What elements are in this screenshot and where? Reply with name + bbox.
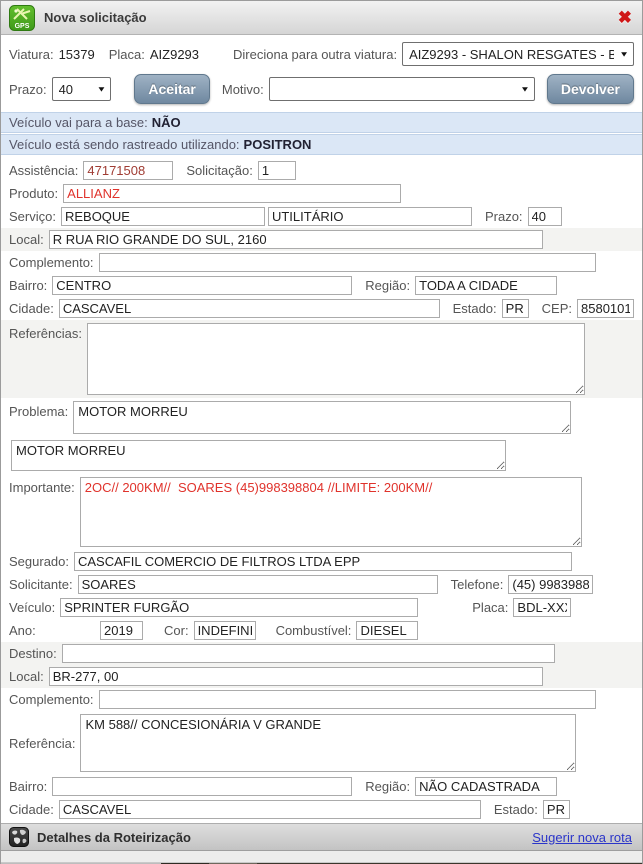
importante-field[interactable]: 2OC// 200KM// SOARES (45)998398804 //LIM… — [80, 477, 582, 547]
chevron-down-icon: ▼ — [520, 85, 530, 93]
cidade-label: Cidade: — [9, 301, 54, 316]
placa-label: Placa: — [109, 47, 145, 62]
sugerir-nova-rota-link[interactable]: Sugerir nova rota — [532, 830, 632, 845]
solicitacao-field[interactable] — [258, 161, 296, 180]
prazo-header-label: Prazo: — [9, 82, 47, 97]
destino-label: Destino: — [9, 646, 57, 661]
ano-label: Ano: — [9, 623, 95, 638]
close-icon[interactable]: ✖ — [618, 9, 632, 26]
produto-field[interactable] — [63, 184, 401, 203]
assistencia-label: Assistência: — [9, 163, 78, 178]
segurado-label: Segurado: — [9, 554, 69, 569]
servico-tipo-field[interactable] — [268, 207, 472, 226]
regiao-field[interactable] — [415, 276, 557, 295]
cidade-field[interactable] — [59, 299, 440, 318]
cep-field[interactable] — [577, 299, 634, 318]
cidade-destino-label: Cidade: — [9, 802, 54, 817]
routing-details-panel — [1, 851, 642, 863]
cep-label: CEP: — [542, 301, 572, 316]
routing-section-title: Detalhes da Roteirização — [37, 830, 532, 845]
cor-field[interactable] — [194, 621, 256, 640]
referencia-destino-field[interactable]: KM 588// CONCESIONÁRIA V GRANDE — [80, 714, 576, 772]
problema-label: Problema: — [9, 401, 68, 434]
bairro-field[interactable] — [52, 276, 352, 295]
estado-label: Estado: — [453, 301, 497, 316]
notice-rastreio: Veículo está sendo rastreado utilizando:… — [1, 134, 642, 155]
titlebar: GPS Nova solicitação ✖ — [1, 1, 642, 35]
veiculo-label: Veículo: — [9, 600, 55, 615]
direciona-label: Direciona para outra viatura: — [233, 47, 397, 62]
combustivel-field[interactable] — [356, 621, 418, 640]
servico-label: Serviço: — [9, 209, 56, 224]
globe-icon — [9, 827, 29, 847]
placa-veiculo-field[interactable] — [513, 598, 571, 617]
bairro-destino-label: Bairro: — [9, 779, 47, 794]
viatura-label: Viatura: — [9, 47, 54, 62]
complemento-destino-label: Complemento: — [9, 692, 94, 707]
regiao-destino-field[interactable] — [415, 777, 557, 796]
bairro-label: Bairro: — [9, 278, 47, 293]
nova-solicitacao-window: GPS Nova solicitação ✖ Viatura: 15379 Pl… — [0, 0, 643, 864]
estado-destino-field[interactable] — [543, 800, 570, 819]
cor-label: Cor: — [164, 623, 189, 638]
prazo-label: Prazo: — [485, 209, 523, 224]
notice-base-value: NÃO — [152, 115, 181, 130]
regiao-destino-label: Região: — [365, 779, 410, 794]
produto-label: Produto: — [9, 186, 58, 201]
placa-veiculo-label: Placa: — [472, 600, 508, 615]
chevron-down-icon: ▼ — [619, 50, 629, 58]
gps-app-icon: GPS — [9, 5, 35, 31]
segurado-field[interactable] — [74, 552, 572, 571]
referencia-destino-label: Referência: — [9, 736, 75, 751]
svg-text:GPS: GPS — [15, 23, 30, 30]
routing-section-header: Detalhes da Roteirização Sugerir nova ro… — [1, 823, 642, 851]
telefone-label: Telefone: — [451, 577, 504, 592]
servico-field[interactable] — [61, 207, 265, 226]
complemento-label: Complemento: — [9, 255, 94, 270]
destino-field[interactable] — [62, 644, 555, 663]
header-controls: Viatura: 15379 Placa: AIZ9293 Direciona … — [1, 35, 642, 107]
regiao-label: Região: — [365, 278, 410, 293]
solicitation-form: Assistência: Solicitação: Produto: Servi… — [1, 155, 642, 821]
notice-base: Veículo vai para a base: NÃO — [1, 112, 642, 133]
complemento-destino-field[interactable] — [99, 690, 596, 709]
motivo-select[interactable]: ▼ — [269, 77, 535, 101]
ano-field[interactable] — [100, 621, 143, 640]
local-label: Local: — [9, 232, 44, 247]
veiculo-field[interactable] — [60, 598, 418, 617]
combustivel-label: Combustível: — [276, 623, 352, 638]
placa-value: AIZ9293 — [150, 47, 199, 62]
prazo-select[interactable]: 40 ▼ — [52, 77, 112, 101]
devolver-button[interactable]: Devolver — [547, 74, 634, 104]
estado-destino-label: Estado: — [494, 802, 538, 817]
solicitacao-label: Solicitação: — [186, 163, 252, 178]
solicitante-label: Solicitante: — [9, 577, 73, 592]
local-field[interactable] — [49, 230, 543, 249]
bairro-destino-field[interactable] — [52, 777, 352, 796]
problema-field[interactable]: MOTOR MORREU — [73, 401, 571, 434]
local-destino-field[interactable] — [49, 667, 543, 686]
aceitar-button[interactable]: Aceitar — [134, 74, 209, 104]
notice-rastreio-value: POSITRON — [244, 137, 312, 152]
motivo-label: Motivo: — [222, 82, 264, 97]
solicitante-field[interactable] — [78, 575, 438, 594]
telefone-field[interactable] — [508, 575, 593, 594]
local-destino-label: Local: — [9, 669, 44, 684]
prazo-field[interactable] — [528, 207, 562, 226]
estado-field[interactable] — [502, 299, 529, 318]
complemento-field[interactable] — [99, 253, 596, 272]
viatura-value: 15379 — [59, 47, 95, 62]
window-title: Nova solicitação — [44, 10, 618, 25]
direciona-select[interactable]: AIZ9293 - SHALON RESGATES - BRANCO - 153… — [402, 42, 634, 66]
problema-descricao-field[interactable]: MOTOR MORREU — [11, 440, 506, 471]
referencias-label: Referências: — [9, 323, 82, 395]
importante-label: Importante: — [9, 477, 75, 547]
cidade-destino-field[interactable] — [59, 800, 481, 819]
assistencia-field[interactable] — [83, 161, 173, 180]
referencias-field[interactable] — [87, 323, 585, 395]
chevron-down-icon: ▼ — [97, 85, 107, 93]
